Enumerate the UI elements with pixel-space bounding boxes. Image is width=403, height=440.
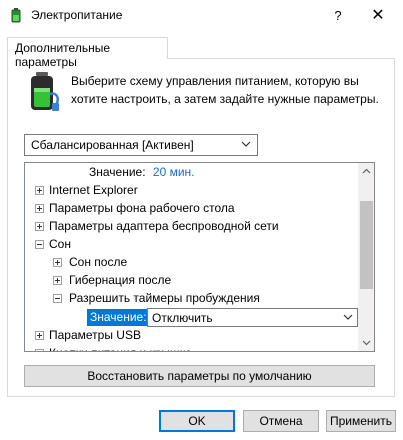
tree-item-label: Internet Explorer xyxy=(49,183,138,197)
chevron-down-icon xyxy=(241,141,251,147)
tree-item-label: Сон xyxy=(49,237,71,251)
restore-defaults-button[interactable]: Восстановить параметры по умолчанию xyxy=(24,365,375,387)
power-options-dialog: Электропитание ? ✕ Дополнительные параме… xyxy=(0,0,403,440)
tree-item-label: Параметры USB xyxy=(49,328,141,342)
tree-value-row: Значение: 20 мин. xyxy=(89,163,195,181)
expand-plus-icon[interactable] xyxy=(35,186,44,195)
title-bar: Электропитание ? ✕ xyxy=(0,0,403,31)
scroll-up-icon[interactable] xyxy=(358,163,375,180)
expand-plus-icon[interactable] xyxy=(35,204,44,213)
cancel-button[interactable]: Отмена xyxy=(243,410,319,432)
tree-item-label: Кнопки питания и крышка xyxy=(49,344,192,351)
ok-button[interactable]: OK xyxy=(159,410,235,432)
tree-item-label: Сон после xyxy=(69,255,128,269)
expand-plus-icon[interactable] xyxy=(35,331,44,340)
selected-value-label: Значение: xyxy=(87,309,147,326)
close-button[interactable]: ✕ xyxy=(356,0,400,31)
expand-plus-icon[interactable] xyxy=(35,349,44,351)
window-title: Электропитание xyxy=(31,8,123,22)
tree-item-label: Параметры фона рабочего стола xyxy=(49,201,235,215)
power-scheme-select[interactable]: Сбалансированная [Активен] xyxy=(24,134,258,156)
tree-item-label: Гибернация после xyxy=(69,273,172,287)
power-scheme-value: Сбалансированная [Активен] xyxy=(31,138,194,152)
vertical-scrollbar[interactable] xyxy=(358,163,375,351)
value-label: Значение: xyxy=(89,165,146,179)
apply-button[interactable]: Применить xyxy=(326,410,396,432)
expand-plus-icon[interactable] xyxy=(53,276,62,285)
scrollbar-thumb[interactable] xyxy=(360,201,373,289)
tab-strip: Дополнительные параметры xyxy=(0,31,403,69)
battery-plug-icon xyxy=(31,72,59,111)
expand-plus-icon[interactable] xyxy=(53,258,62,267)
value-link[interactable]: 20 мин. xyxy=(153,165,195,179)
tab-advanced-settings[interactable]: Дополнительные параметры xyxy=(7,37,168,69)
help-button[interactable]: ? xyxy=(316,0,360,31)
collapse-minus-icon[interactable] xyxy=(53,294,62,303)
chevron-down-icon xyxy=(343,314,353,320)
description-text: Выберите схему управления питанием, кото… xyxy=(71,74,379,106)
wake-timers-value: Отключить xyxy=(152,311,213,325)
expand-plus-icon[interactable] xyxy=(35,222,44,231)
scroll-down-icon[interactable] xyxy=(358,334,375,351)
settings-tree[interactable]: Значение: 20 мин. Internet Explorer Пара… xyxy=(24,162,375,352)
tree-item-label: Параметры адаптера беспроводной сети xyxy=(49,219,279,233)
collapse-minus-icon[interactable] xyxy=(35,240,44,249)
tree-item-label: Разрешить таймеры пробуждения xyxy=(69,291,260,305)
wake-timers-select[interactable]: Отключить xyxy=(147,308,358,327)
power-options-icon xyxy=(11,8,21,23)
